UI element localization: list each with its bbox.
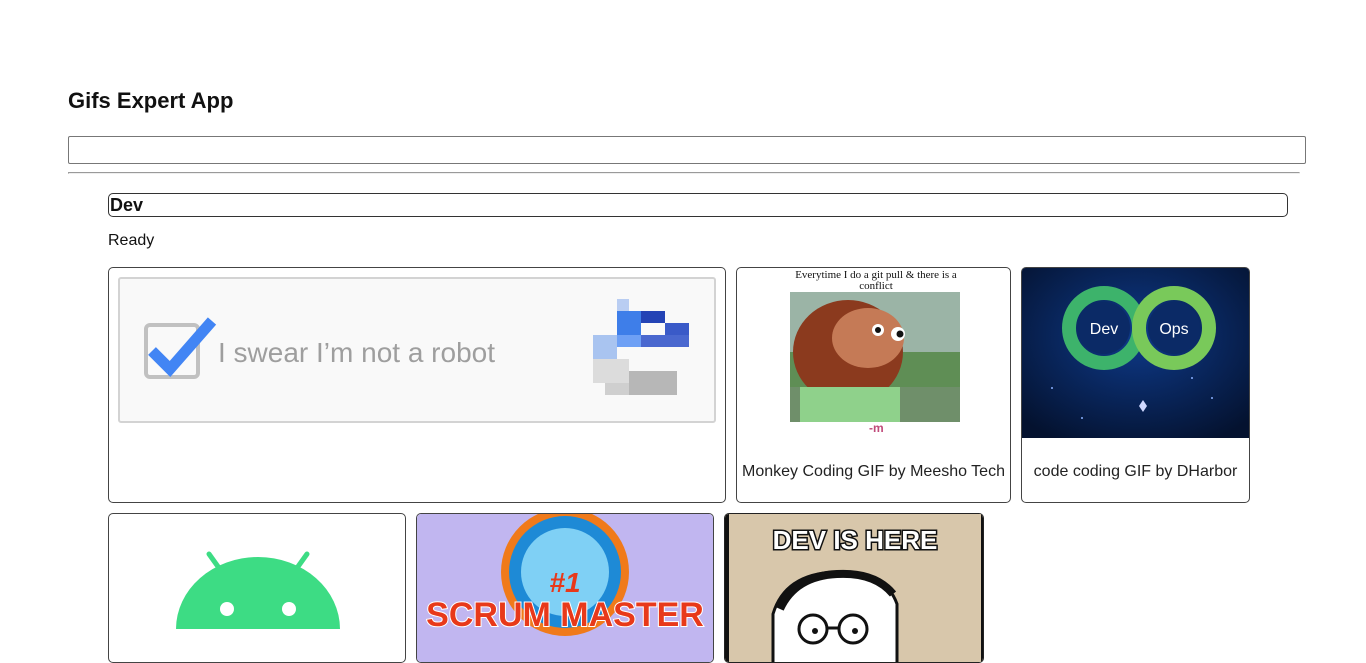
- meme-caption: Everytime I do a git pull & there is a c…: [795, 269, 957, 292]
- logo-mark: -m: [869, 421, 884, 435]
- dev-label: Dev: [1090, 321, 1118, 338]
- gif-image: I swear I’m not a robot: [109, 268, 725, 438]
- search-input[interactable]: [68, 136, 1306, 164]
- status-text: Ready: [108, 232, 155, 249]
- meme-title-text: DEV IS HERE: [773, 525, 938, 555]
- gif-card[interactable]: [108, 513, 406, 663]
- gif-title: code coding GIF by DHarbor: [1033, 463, 1238, 480]
- gif-image: #1 SCRUM MASTER: [417, 514, 713, 662]
- badge-number: #1: [549, 567, 580, 598]
- gif-card[interactable]: DEV IS HERE: [724, 513, 984, 663]
- checkbox-icon: [144, 317, 217, 379]
- app-title: Gifs Expert App: [68, 88, 234, 113]
- gif-image: [109, 514, 405, 662]
- scrum-master-text: SCRUM MASTER: [426, 596, 704, 634]
- gif-title: Monkey Coding GIF by Meesho Tech: [742, 463, 1005, 480]
- category-title: Dev: [108, 193, 1288, 217]
- divider: [68, 172, 1300, 174]
- dev-is-here-image: DEV IS HERE: [725, 514, 983, 662]
- gif-image: Everytime I do a git pull & there is a c…: [737, 268, 1010, 438]
- gif-card[interactable]: I swear I’m not a robot: [108, 267, 726, 503]
- gif-image: Dev Ops: [1022, 268, 1249, 438]
- gif-card[interactable]: Everytime I do a git pull & there is a c…: [736, 267, 1011, 503]
- gif-image: DEV IS HERE: [725, 514, 983, 662]
- android-icon: [176, 551, 340, 629]
- gif-card[interactable]: #1 SCRUM MASTER: [416, 513, 714, 663]
- ops-label: Ops: [1159, 321, 1188, 338]
- captcha-text: I swear I’m not a robot: [218, 337, 496, 368]
- devops-infinity-image: Dev Ops: [1022, 268, 1249, 438]
- monkey-puppet-image: [790, 292, 960, 422]
- recaptcha-icon: [593, 299, 689, 395]
- scrum-master-badge-image: #1 SCRUM MASTER: [425, 514, 705, 636]
- gif-card[interactable]: Dev Ops code coding GIF by DHarbor: [1021, 267, 1250, 503]
